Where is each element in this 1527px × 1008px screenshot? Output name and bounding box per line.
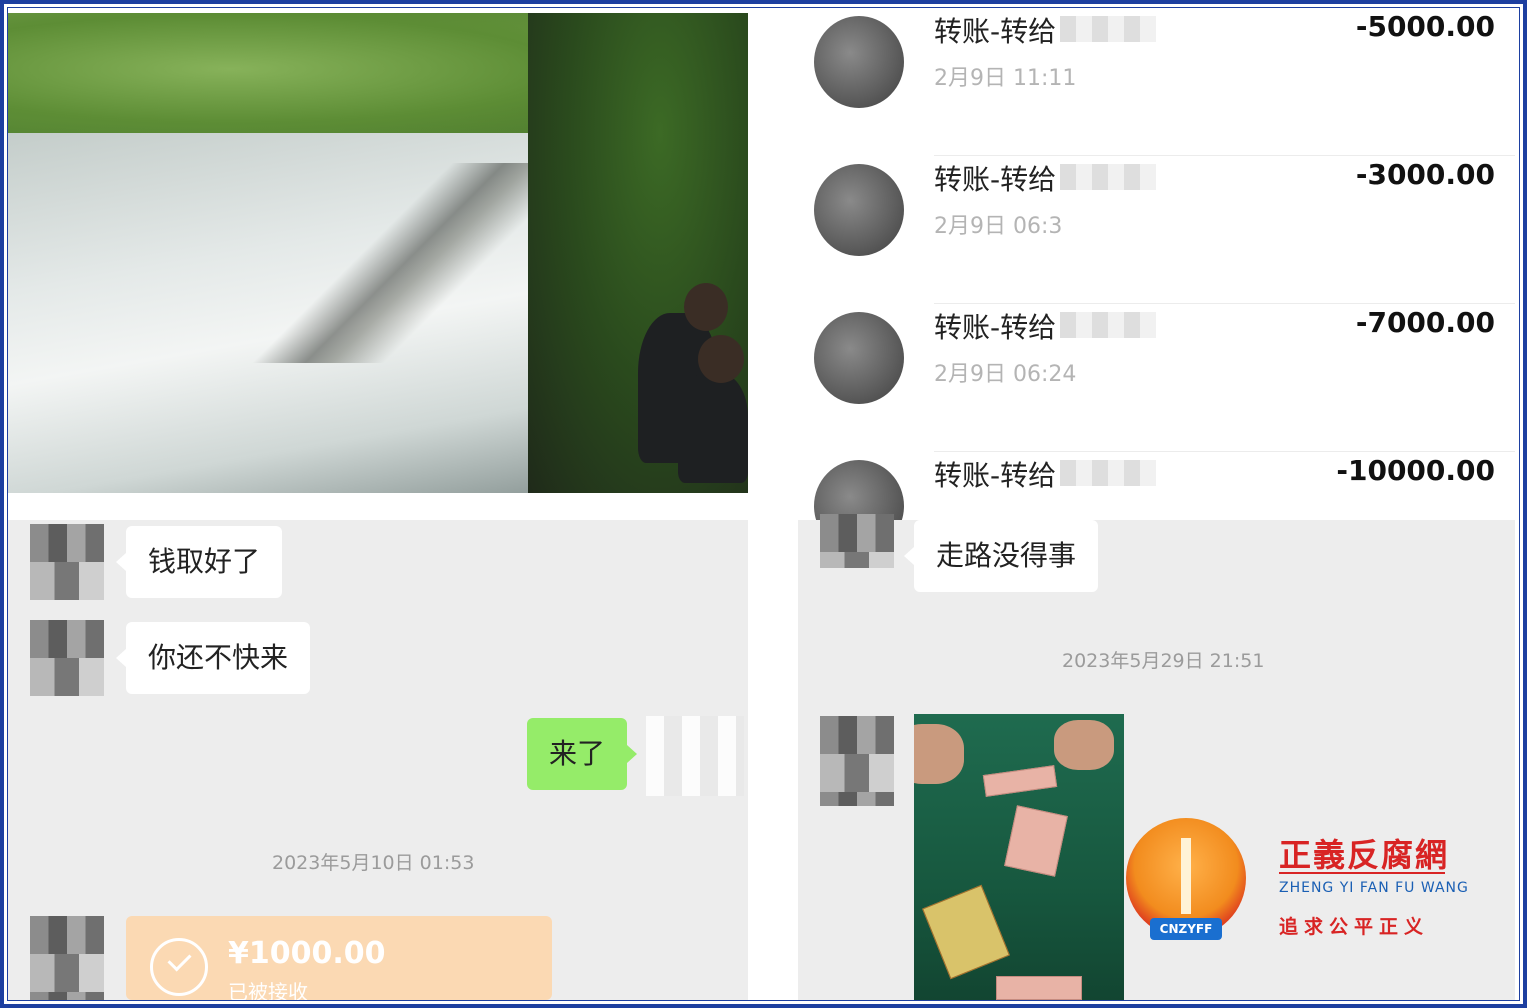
redacted-avatar <box>646 716 744 796</box>
avatar <box>814 16 904 108</box>
chat-panel-left: 钱取好了 你还不快来 来了 2023年5月10日 01:53 ¥1000.00 … <box>8 520 748 1000</box>
check-icon <box>150 938 208 996</box>
redaction-blur <box>1060 460 1156 486</box>
avatar[interactable] <box>30 916 104 1000</box>
transfer-card-status: 已被接收 <box>228 980 308 1000</box>
transfer-list: 转账-转给 2月9日 11:11 -5000.00 转账-转给 2月9日 06:… <box>798 8 1515 520</box>
pillar-icon <box>1181 838 1191 914</box>
chat-message[interactable]: 你还不快来 <box>115 622 311 694</box>
transfer-time: 2月9日 06:24 <box>934 362 1077 387</box>
mahjong-photo[interactable] <box>914 714 1124 1000</box>
banknote <box>982 765 1058 797</box>
hand-figure <box>914 724 964 784</box>
watermark-slogan: 追求公平正义 <box>1279 916 1430 938</box>
transfer-time: 2月9日 06:3 <box>934 214 1063 239</box>
transfer-title: 转账-转给 <box>934 163 1057 196</box>
avatar[interactable] <box>30 620 104 696</box>
transfer-amount: -10000.00 <box>1336 454 1495 487</box>
transfer-row[interactable]: 转账-转给 2月9日 06:3 -3000.00 <box>798 156 1515 304</box>
transfer-time: 2月9日 11:11 <box>934 66 1077 91</box>
transfer-amount: -5000.00 <box>1355 10 1495 43</box>
transfer-card-amount: ¥1000.00 <box>228 936 386 971</box>
person-figure <box>678 373 748 483</box>
banknote <box>922 884 1010 980</box>
river-photo <box>8 13 748 493</box>
transfer-amount: -7000.00 <box>1355 306 1495 339</box>
transfer-row[interactable]: 转账-转给 2月9日 11:11 -5000.00 <box>798 8 1515 156</box>
person-head <box>698 335 744 383</box>
person-head <box>684 283 728 331</box>
banknote <box>1004 805 1068 877</box>
logo-badge: CNZYFF <box>1150 918 1222 940</box>
chat-message[interactable]: 走路没得事 <box>903 520 1099 592</box>
chat-message-sent[interactable]: 来了 <box>527 718 638 790</box>
watermark-logo: CNZYFF <box>1126 818 1246 940</box>
transfer-card[interactable]: ¥1000.00 已被接收 <box>126 916 552 1000</box>
avatar <box>814 164 904 256</box>
watermark-name-cn: 正義反腐網 <box>1279 836 1450 874</box>
avatar[interactable] <box>820 514 894 568</box>
transfer-title: 转账-转给 <box>934 459 1057 492</box>
hand-figure <box>1054 720 1114 770</box>
chat-timestamp: 2023年5月10日 01:53 <box>272 852 475 874</box>
transfer-amount: -3000.00 <box>1355 158 1495 191</box>
avatar[interactable] <box>30 524 104 600</box>
watermark-rule <box>1279 872 1445 874</box>
redaction-blur <box>1060 16 1156 42</box>
avatar <box>814 312 904 404</box>
chat-message[interactable]: 钱取好了 <box>115 526 283 598</box>
banknote <box>996 976 1082 1000</box>
chat-timestamp: 2023年5月29日 21:51 <box>1062 650 1265 672</box>
avatar <box>814 460 904 520</box>
watermark-name-en: ZHENG YI FAN FU WANG <box>1279 880 1469 896</box>
transfer-title: 转账-转给 <box>934 15 1057 48</box>
avatar[interactable] <box>820 716 894 806</box>
redaction-blur <box>1060 164 1156 190</box>
transfer-row[interactable]: 转账-转给 -10000.00 <box>798 452 1515 520</box>
redaction-blur <box>1060 312 1156 338</box>
transfer-title: 转账-转给 <box>934 311 1057 344</box>
transfer-row[interactable]: 转账-转给 2月9日 06:24 -7000.00 <box>798 304 1515 452</box>
